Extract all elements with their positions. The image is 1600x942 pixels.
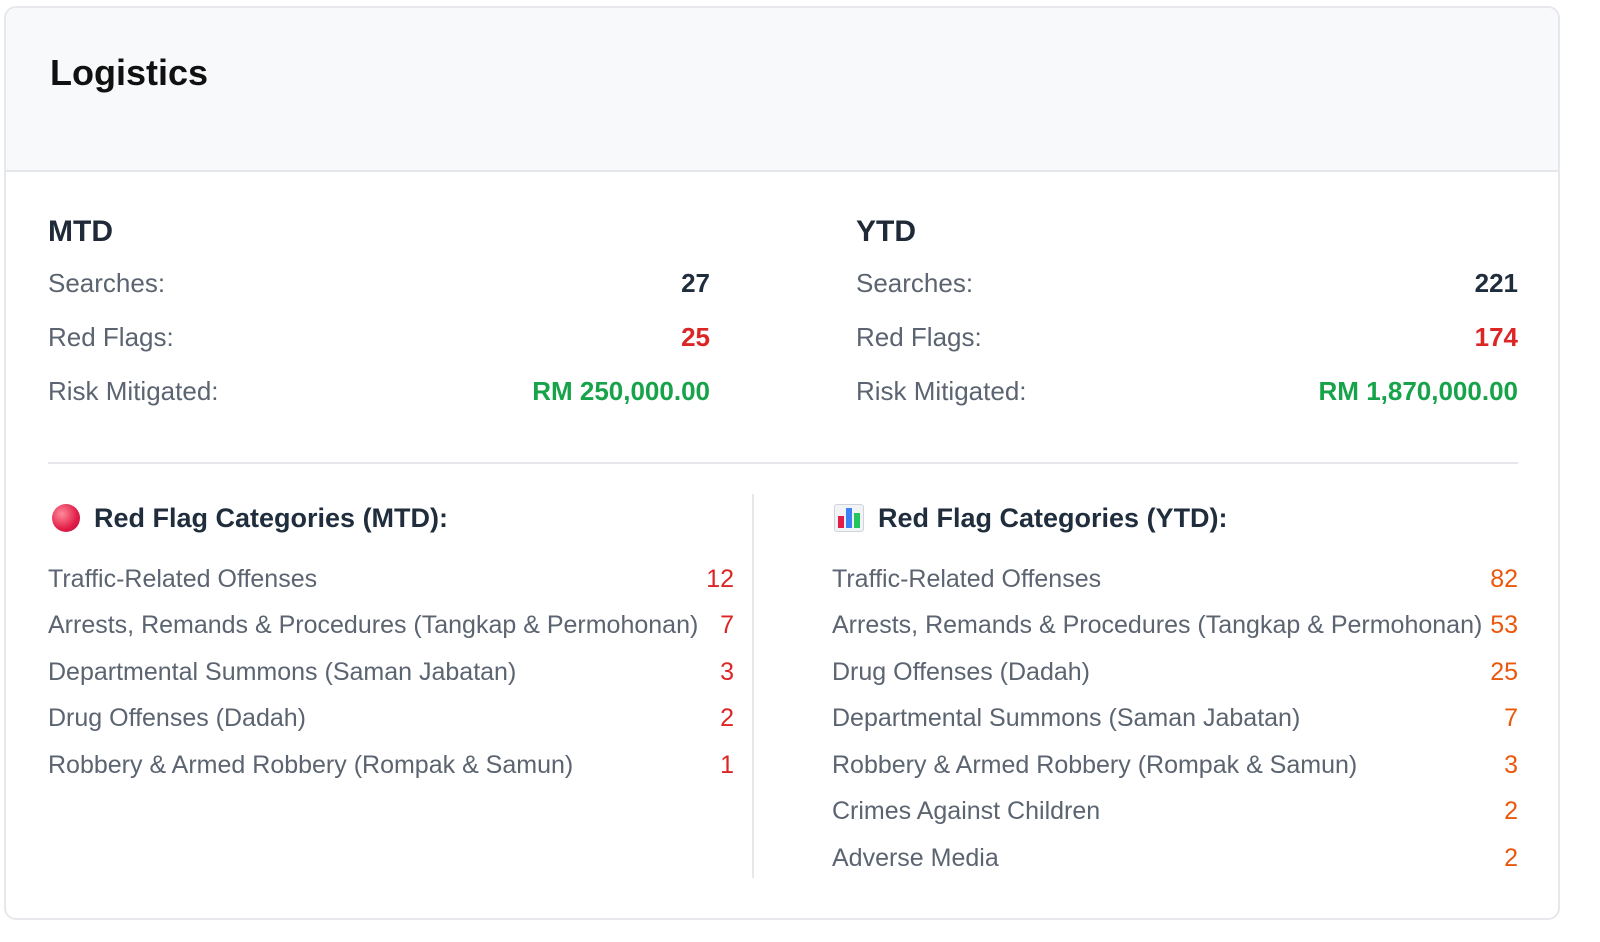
- ytd-title: YTD: [856, 215, 916, 248]
- card-title: Logistics: [50, 52, 209, 93]
- ytd-summary: YTD Searches: 221 Red Flags: 174 Risk Mi…: [856, 208, 1518, 418]
- mtd-searches-label: Searches:: [48, 267, 166, 298]
- category-name: Robbery & Armed Robbery (Rompak & Samun): [48, 750, 574, 779]
- ytd-risk-row: Risk Mitigated: RM 1,870,000.00: [856, 364, 1518, 418]
- category-count: 53: [1490, 611, 1518, 640]
- mtd-red-flags-label: Red Flags:: [48, 321, 174, 352]
- category-name: Robbery & Armed Robbery (Rompak & Samun): [832, 750, 1358, 779]
- mtd-red-flags-value: 25: [681, 321, 710, 352]
- ytd-categories-title: Red Flag Categories (YTD):: [878, 502, 1228, 533]
- category-count: 82: [1490, 564, 1518, 593]
- category-count: 25: [1490, 657, 1518, 686]
- list-item: Robbery & Armed Robbery (Rompak & Samun)…: [832, 742, 1518, 789]
- category-name: Crimes Against Children: [832, 797, 1101, 826]
- list-item: Arrests, Remands & Procedures (Tangkap &…: [832, 603, 1518, 650]
- category-name: Arrests, Remands & Procedures (Tangkap &…: [48, 611, 699, 640]
- list-item: Traffic-Related Offenses 12: [48, 556, 734, 603]
- ytd-red-flags-value: 174: [1474, 321, 1518, 352]
- category-count: 1: [720, 750, 734, 779]
- category-count: 2: [720, 704, 734, 733]
- ytd-risk-label: Risk Mitigated:: [856, 375, 1027, 406]
- ytd-risk-value: RM 1,870,000.00: [1318, 375, 1518, 406]
- category-count: 7: [720, 611, 734, 640]
- mtd-categories-title: Red Flag Categories (MTD):: [94, 502, 449, 533]
- mtd-red-flags-row: Red Flags: 25: [48, 310, 710, 364]
- list-item: Departmental Summons (Saman Jabatan) 3: [48, 649, 734, 696]
- list-item: Traffic-Related Offenses 82: [832, 556, 1518, 603]
- card-header: Logistics: [6, 8, 1558, 172]
- mtd-risk-row: Risk Mitigated: RM 250,000.00: [48, 364, 710, 418]
- ytd-red-flags-label: Red Flags:: [856, 321, 982, 352]
- category-name: Traffic-Related Offenses: [48, 564, 318, 593]
- mtd-categories: Red Flag Categories (MTD): Traffic-Relat…: [48, 494, 734, 789]
- category-name: Drug Offenses (Dadah): [48, 704, 306, 733]
- red-circle-icon: [52, 504, 80, 532]
- mtd-risk-value: RM 250,000.00: [532, 375, 710, 406]
- category-name: Traffic-Related Offenses: [832, 564, 1102, 593]
- category-name: Arrests, Remands & Procedures (Tangkap &…: [832, 611, 1483, 640]
- list-item: Crimes Against Children 2: [832, 789, 1518, 836]
- category-count: 3: [1504, 750, 1518, 779]
- mtd-searches-row: Searches: 27: [48, 256, 710, 310]
- ytd-searches-label: Searches:: [856, 267, 974, 298]
- mtd-title: MTD: [48, 215, 113, 248]
- category-name: Departmental Summons (Saman Jabatan): [48, 657, 517, 686]
- mtd-risk-label: Risk Mitigated:: [48, 375, 219, 406]
- mtd-searches-value: 27: [681, 267, 710, 298]
- list-item: Drug Offenses (Dadah) 25: [832, 649, 1518, 696]
- category-name: Drug Offenses (Dadah): [832, 657, 1090, 686]
- ytd-category-list: Traffic-Related Offenses 82 Arrests, Rem…: [832, 556, 1518, 882]
- ytd-categories-heading: Red Flag Categories (YTD):: [832, 494, 1518, 542]
- ytd-searches-value: 221: [1474, 267, 1518, 298]
- category-name: Adverse Media: [832, 843, 999, 872]
- ytd-searches-row: Searches: 221: [856, 256, 1518, 310]
- category-count: 12: [706, 564, 734, 593]
- category-name: Departmental Summons (Saman Jabatan): [832, 704, 1301, 733]
- category-count: 2: [1504, 797, 1518, 826]
- mtd-categories-heading: Red Flag Categories (MTD):: [48, 494, 734, 542]
- category-count: 3: [720, 657, 734, 686]
- list-item: Robbery & Armed Robbery (Rompak & Samun)…: [48, 742, 734, 789]
- category-count: 7: [1504, 704, 1518, 733]
- list-item: Departmental Summons (Saman Jabatan) 7: [832, 696, 1518, 743]
- mtd-category-list: Traffic-Related Offenses 12 Arrests, Rem…: [48, 556, 734, 789]
- list-item: Arrests, Remands & Procedures (Tangkap &…: [48, 603, 734, 650]
- section-divider: [48, 462, 1518, 464]
- bar-chart-icon: [834, 504, 864, 532]
- logistics-card: Logistics MTD Searches: 27 Red Flags: 25…: [4, 6, 1560, 920]
- ytd-categories: Red Flag Categories (YTD): Traffic-Relat…: [832, 494, 1518, 882]
- list-item: Drug Offenses (Dadah) 2: [48, 696, 734, 743]
- ytd-red-flags-row: Red Flags: 174: [856, 310, 1518, 364]
- category-count: 2: [1504, 843, 1518, 872]
- mtd-summary: MTD Searches: 27 Red Flags: 25 Risk Miti…: [48, 208, 710, 418]
- column-divider: [752, 494, 754, 878]
- list-item: Adverse Media 2: [832, 835, 1518, 882]
